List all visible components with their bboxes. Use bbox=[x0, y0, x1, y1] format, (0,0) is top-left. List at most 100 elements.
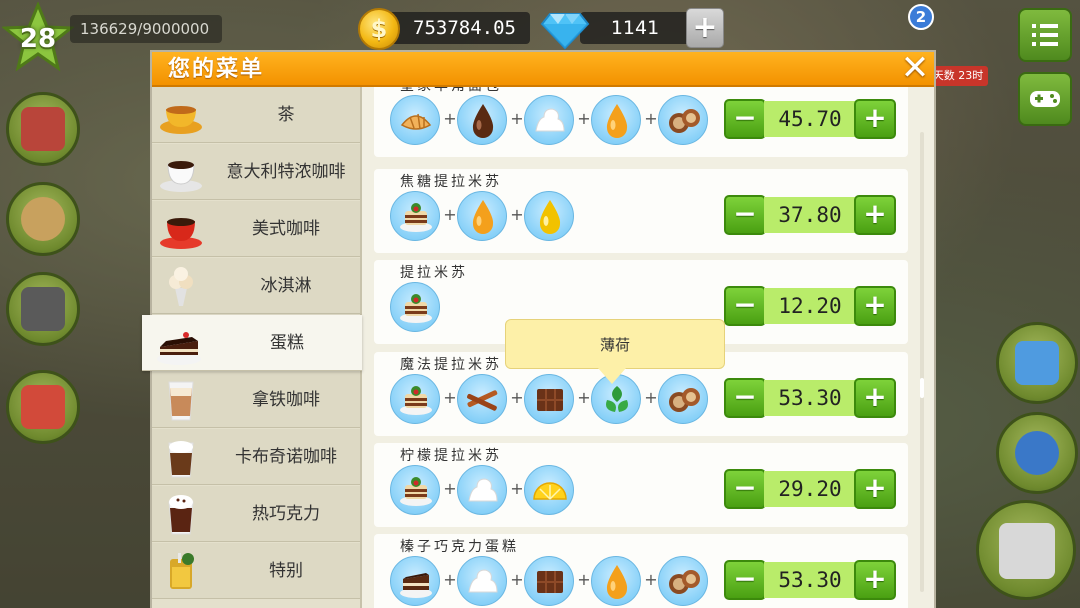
latte-glass-icon bbox=[158, 378, 204, 422]
plus-sign: + bbox=[644, 109, 658, 128]
tiramisu-icon[interactable] bbox=[390, 191, 440, 241]
plus-sign: + bbox=[443, 479, 457, 498]
category-item[interactable]: 特别 bbox=[152, 543, 360, 599]
decrease-price-button[interactable]: − bbox=[724, 99, 766, 139]
level-star-icon[interactable]: 28 bbox=[0, 1, 76, 72]
price-value: 37.80 bbox=[764, 197, 856, 233]
coin-amount: 753784.05 bbox=[382, 12, 530, 44]
category-item[interactable]: 卡布奇诺咖啡 bbox=[152, 429, 360, 485]
caramel-drop-icon[interactable] bbox=[591, 556, 641, 606]
price-stepper: −29.20 + bbox=[724, 469, 896, 509]
gift-button[interactable] bbox=[6, 370, 80, 444]
chocolate-cake-icon[interactable] bbox=[390, 556, 440, 606]
plus-sign: + bbox=[577, 109, 591, 128]
category-label: 热巧克力 bbox=[252, 504, 320, 524]
recipe-name: 焦糖提拉米苏 bbox=[400, 174, 502, 190]
plus-sign: + bbox=[577, 388, 591, 407]
diamond-icon bbox=[540, 13, 590, 50]
plus-sign: + bbox=[443, 388, 457, 407]
games-button[interactable] bbox=[1018, 72, 1072, 126]
phone-button[interactable] bbox=[6, 272, 80, 346]
close-button[interactable]: ✕ bbox=[898, 51, 932, 86]
category-item[interactable]: 意大利特浓咖啡 bbox=[152, 144, 360, 200]
recipe-name: 魔法提拉米苏 bbox=[400, 357, 502, 373]
plus-sign: + bbox=[510, 479, 524, 498]
chocolate-bar-icon[interactable] bbox=[524, 374, 574, 424]
decrease-price-button[interactable]: − bbox=[724, 469, 766, 509]
category-label: 美式咖啡 bbox=[252, 219, 320, 239]
cream-icon[interactable] bbox=[524, 95, 574, 145]
category-label: 意大利特浓咖啡 bbox=[226, 162, 346, 182]
level-number: 28 bbox=[19, 24, 57, 54]
panel-header: 您的菜单 ✕ bbox=[152, 51, 934, 87]
tiramisu-icon[interactable] bbox=[390, 465, 440, 515]
ice-cream-icon bbox=[158, 264, 204, 308]
plus-sign: + bbox=[510, 388, 524, 407]
recipe-row: 柠檬提拉米苏 + + −29.20 + bbox=[374, 443, 908, 527]
special-drink-icon bbox=[158, 549, 204, 593]
panel-title: 您的菜单 bbox=[168, 57, 265, 82]
increase-price-button[interactable]: + bbox=[854, 469, 896, 509]
increase-price-button[interactable]: + bbox=[854, 560, 896, 600]
cream-icon[interactable] bbox=[457, 556, 507, 606]
hot-chocolate-icon bbox=[158, 492, 204, 536]
category-item[interactable]: 蛋糕 bbox=[142, 315, 362, 371]
coffee-cup-icon bbox=[1015, 431, 1059, 475]
hazelnut-icon[interactable] bbox=[658, 374, 708, 424]
cash-register-button[interactable] bbox=[976, 500, 1076, 600]
plus-sign: + bbox=[510, 205, 524, 224]
espresso-cup-icon bbox=[158, 150, 204, 194]
main-menu-button[interactable] bbox=[1018, 8, 1072, 62]
category-item[interactable]: 冰淇淋 bbox=[152, 258, 360, 314]
chocolate-drop-icon[interactable] bbox=[457, 95, 507, 145]
event-timer: 天数 23时 bbox=[928, 66, 988, 86]
recipe-name: 榛子巧克力蛋糕 bbox=[400, 539, 519, 555]
decrease-price-button[interactable]: − bbox=[724, 378, 766, 418]
gamepad-icon bbox=[1030, 91, 1060, 107]
increase-price-button[interactable]: + bbox=[854, 99, 896, 139]
map-button[interactable] bbox=[996, 322, 1078, 404]
hazelnut-icon[interactable] bbox=[658, 556, 708, 606]
plus-sign: + bbox=[577, 570, 591, 589]
category-item[interactable]: 热巧克力 bbox=[152, 486, 360, 542]
hazelnut-icon[interactable] bbox=[658, 95, 708, 145]
caramel-drop-icon[interactable] bbox=[457, 191, 507, 241]
map-pin-icon bbox=[1015, 341, 1059, 385]
decrease-price-button[interactable]: − bbox=[724, 195, 766, 235]
category-item[interactable]: 茶 bbox=[152, 87, 360, 143]
decrease-price-button[interactable]: − bbox=[724, 286, 766, 326]
category-item[interactable]: 拿铁咖啡 bbox=[152, 372, 360, 428]
increase-price-button[interactable]: + bbox=[854, 286, 896, 326]
cream-icon[interactable] bbox=[457, 465, 507, 515]
croissant-icon[interactable] bbox=[390, 95, 440, 145]
decrease-price-button[interactable]: − bbox=[724, 560, 766, 600]
tea-cup-icon bbox=[158, 93, 204, 137]
recipe-scrollbar-thumb[interactable] bbox=[920, 378, 924, 398]
phone-icon bbox=[21, 287, 65, 331]
recipe-row: 榛子巧克力蛋糕 + + + + −53.30 + bbox=[374, 534, 908, 608]
tiramisu-icon[interactable] bbox=[390, 374, 440, 424]
gift-icon bbox=[21, 385, 65, 429]
increase-price-button[interactable]: + bbox=[854, 378, 896, 418]
lemon-icon[interactable] bbox=[524, 465, 574, 515]
recipe-scrollbar[interactable] bbox=[920, 132, 924, 592]
coin-icon: $ bbox=[358, 8, 400, 50]
price-stepper: −45.70 + bbox=[724, 99, 896, 139]
buy-gems-button[interactable]: + bbox=[686, 8, 724, 48]
caramel-drop-icon[interactable] bbox=[591, 95, 641, 145]
increase-price-button[interactable]: + bbox=[854, 195, 896, 235]
cinnamon-icon[interactable] bbox=[457, 374, 507, 424]
recipe-name: 皇家羊角面包 bbox=[400, 87, 502, 95]
tiramisu-icon[interactable] bbox=[390, 282, 440, 332]
category-label: 冰淇淋 bbox=[260, 276, 312, 296]
recipe-book-button[interactable] bbox=[6, 92, 80, 166]
ingredients-sack-button[interactable] bbox=[6, 182, 80, 256]
category-item[interactable]: 美式咖啡 bbox=[152, 201, 360, 257]
tooltip-arrow bbox=[598, 368, 626, 384]
coffee-shop-button[interactable] bbox=[996, 412, 1078, 494]
price-stepper: −37.80 + bbox=[724, 195, 896, 235]
list-icon bbox=[1032, 24, 1058, 46]
chocolate-bar-icon[interactable] bbox=[524, 556, 574, 606]
syrup-drop-icon[interactable] bbox=[524, 191, 574, 241]
plus-sign: + bbox=[443, 570, 457, 589]
